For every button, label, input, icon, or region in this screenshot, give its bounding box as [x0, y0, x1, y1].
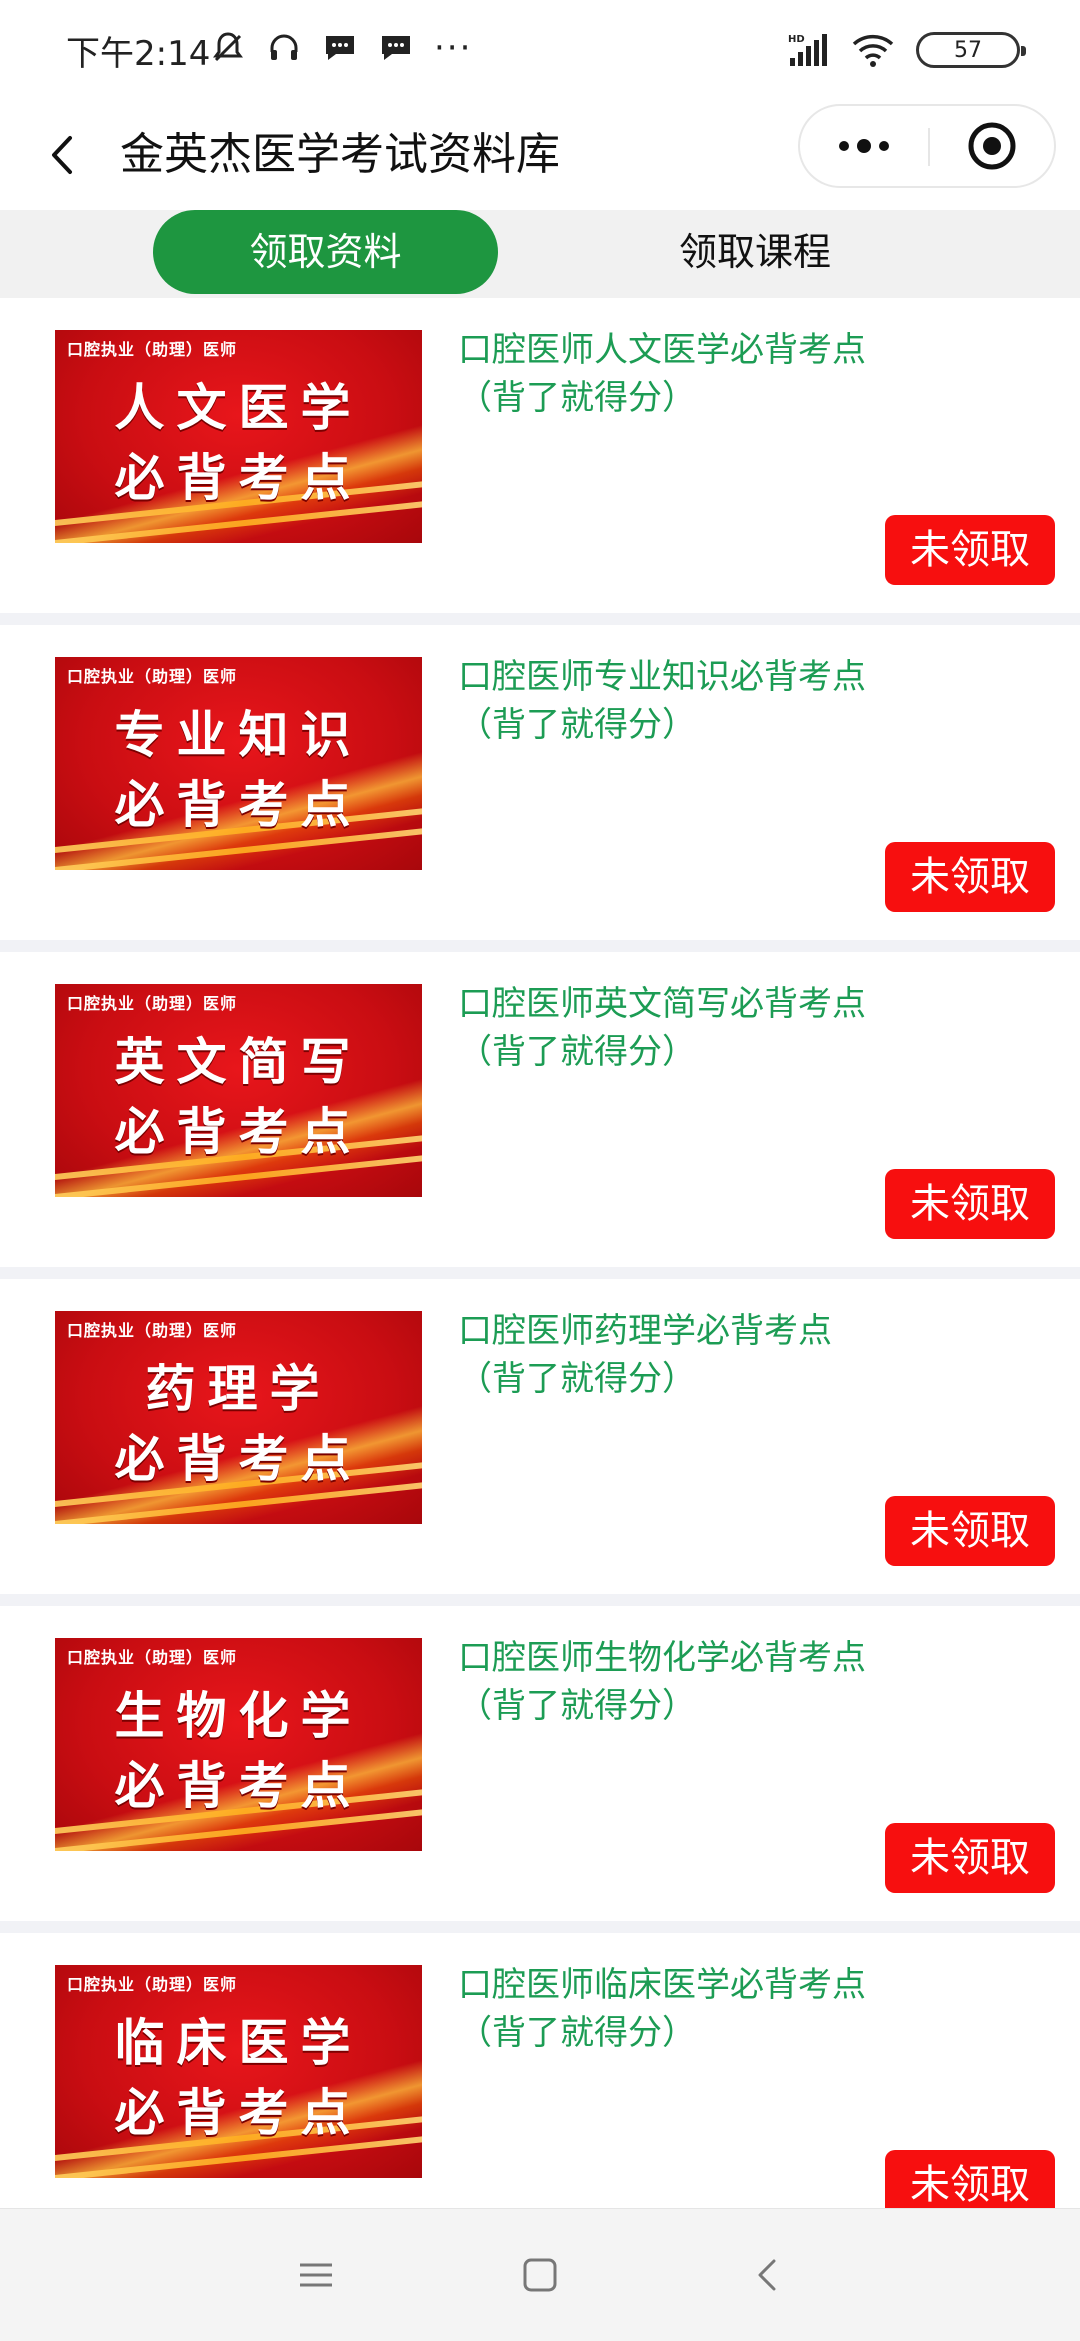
target-close-icon: [968, 122, 1016, 170]
nav-bar: 金英杰医学考试资料库: [0, 100, 1080, 210]
status-overflow: ···: [434, 28, 473, 68]
message-icon: [326, 36, 354, 60]
claim-button[interactable]: 未领取: [885, 515, 1055, 585]
tab-bar: 领取资料 领取课程: [0, 210, 1080, 298]
material-title-line1: 口腔医师人文医学必背考点: [458, 330, 866, 370]
back-triangle-icon: [758, 2259, 776, 2291]
material-title-line2: （背了就得分）: [458, 378, 696, 418]
material-thumbnail: 口腔执业（助理）医师 专业知识 必背考点: [55, 657, 422, 870]
page-title: 金英杰医学考试资料库: [120, 129, 560, 180]
thumbnail-heading: 临床医学: [114, 2013, 363, 2072]
material-title-line2: （背了就得分）: [458, 1359, 696, 1399]
menu-icon: [300, 2263, 332, 2287]
mini-program-capsule: [798, 104, 1056, 188]
thumbnail-subheading: 必背考点: [114, 1102, 363, 1161]
material-title: 口腔医师生物化学必背考点 （背了就得分）: [458, 1634, 938, 1730]
thumbnail-subheading: 必背考点: [114, 448, 363, 507]
status-bar: 下午2:14 ··· HD 57: [0, 0, 1080, 100]
thumbnail-caption: 口腔执业（助理）医师: [67, 667, 238, 686]
thumbnail-heading: 生物化学: [114, 1686, 363, 1745]
material-title-line1: 口腔医师英文简写必背考点: [458, 984, 866, 1024]
material-title: 口腔医师临床医学必背考点 （背了就得分）: [458, 1961, 938, 2057]
tab-claim-courses[interactable]: 领取课程: [600, 210, 910, 294]
material-title-line1: 口腔医师专业知识必背考点: [458, 657, 866, 697]
thumbnail-subheading: 必背考点: [114, 1429, 363, 1488]
thumbnail-subheading: 必背考点: [114, 775, 363, 834]
list-item[interactable]: 口腔执业（助理）医师 人文医学 必背考点 口腔医师人文医学必背考点 （背了就得分…: [0, 298, 1080, 625]
back-button[interactable]: [40, 120, 110, 190]
claim-button[interactable]: 未领取: [885, 1169, 1055, 1239]
system-back-button[interactable]: [738, 2245, 798, 2305]
tab-claim-materials[interactable]: 领取资料: [153, 210, 498, 294]
status-time: 下午2:14: [66, 34, 211, 74]
list-item[interactable]: 口腔执业（助理）医师 生物化学 必背考点 口腔医师生物化学必背考点 （背了就得分…: [0, 1606, 1080, 1933]
chevron-left-icon: [52, 136, 72, 174]
list-item[interactable]: 口腔执业（助理）医师 英文简写 必背考点 口腔医师英文简写必背考点 （背了就得分…: [0, 952, 1080, 1279]
thumbnail-caption: 口腔执业（助理）医师: [67, 1975, 238, 1994]
material-title-line2: （背了就得分）: [458, 705, 696, 745]
thumbnail-caption: 口腔执业（助理）医师: [67, 994, 238, 1013]
wifi-icon: [852, 34, 894, 67]
claim-button[interactable]: 未领取: [885, 1823, 1055, 1893]
system-nav-bar: [0, 2208, 1080, 2341]
status-icons-right: HD 57: [786, 28, 1026, 72]
material-title-line1: 口腔医师药理学必背考点: [458, 1311, 832, 1351]
menu-button[interactable]: [286, 2245, 346, 2305]
svg-text:HD: HD: [788, 34, 805, 45]
material-title: 口腔医师人文医学必背考点 （背了就得分）: [458, 326, 938, 422]
thumbnail-caption: 口腔执业（助理）医师: [67, 1321, 238, 1340]
material-thumbnail: 口腔执业（助理）医师 英文简写 必背考点: [55, 984, 422, 1197]
thumbnail-heading: 专业知识: [114, 705, 363, 764]
thumbnail-heading: 药理学: [145, 1359, 332, 1418]
status-icons-left: ···: [210, 28, 472, 68]
headset-icon: [270, 34, 298, 60]
material-title: 口腔医师药理学必背考点 （背了就得分）: [458, 1307, 938, 1403]
material-title-line1: 口腔医师生物化学必背考点: [458, 1638, 866, 1678]
material-thumbnail: 口腔执业（助理）医师 生物化学 必背考点: [55, 1638, 422, 1851]
battery-icon: 57: [916, 32, 1026, 68]
material-title-line2: （背了就得分）: [458, 2013, 696, 2053]
signal-hd-icon: HD: [788, 34, 827, 66]
material-thumbnail: 口腔执业（助理）医师 人文医学 必背考点: [55, 330, 422, 543]
claim-button[interactable]: 未领取: [885, 1496, 1055, 1566]
material-title: 口腔医师专业知识必背考点 （背了就得分）: [458, 653, 938, 749]
thumbnail-heading: 英文简写: [114, 1032, 363, 1091]
thumbnail-heading: 人文医学: [114, 378, 363, 437]
material-title-line1: 口腔医师临床医学必背考点: [458, 1965, 866, 2005]
materials-list: 口腔执业（助理）医师 人文医学 必背考点 口腔医师人文医学必背考点 （背了就得分…: [0, 298, 1080, 2260]
material-title-line2: （背了就得分）: [458, 1032, 696, 1072]
thumbnail-caption: 口腔执业（助理）医师: [67, 1648, 238, 1667]
material-thumbnail: 口腔执业（助理）医师 临床医学 必背考点: [55, 1965, 422, 2178]
more-button[interactable]: [800, 106, 928, 186]
thumbnail-subheading: 必背考点: [114, 2083, 363, 2142]
material-thumbnail: 口腔执业（助理）医师 药理学 必背考点: [55, 1311, 422, 1524]
claim-button[interactable]: 未领取: [885, 842, 1055, 912]
thumbnail-caption: 口腔执业（助理）医师: [67, 340, 238, 359]
material-title-line2: （背了就得分）: [458, 1686, 696, 1726]
close-button[interactable]: [930, 106, 1054, 186]
mute-icon: [213, 32, 243, 62]
home-button[interactable]: [510, 2245, 570, 2305]
thumbnail-subheading: 必背考点: [114, 1756, 363, 1815]
list-item[interactable]: 口腔执业（助理）医师 药理学 必背考点 口腔医师药理学必背考点 （背了就得分） …: [0, 1279, 1080, 1606]
list-item[interactable]: 口腔执业（助理）医师 专业知识 必背考点 口腔医师专业知识必背考点 （背了就得分…: [0, 625, 1080, 952]
message-icon: [382, 36, 410, 60]
home-square-icon: [523, 2258, 557, 2292]
more-dots-icon: [839, 139, 889, 153]
material-title: 口腔医师英文简写必背考点 （背了就得分）: [458, 980, 938, 1076]
